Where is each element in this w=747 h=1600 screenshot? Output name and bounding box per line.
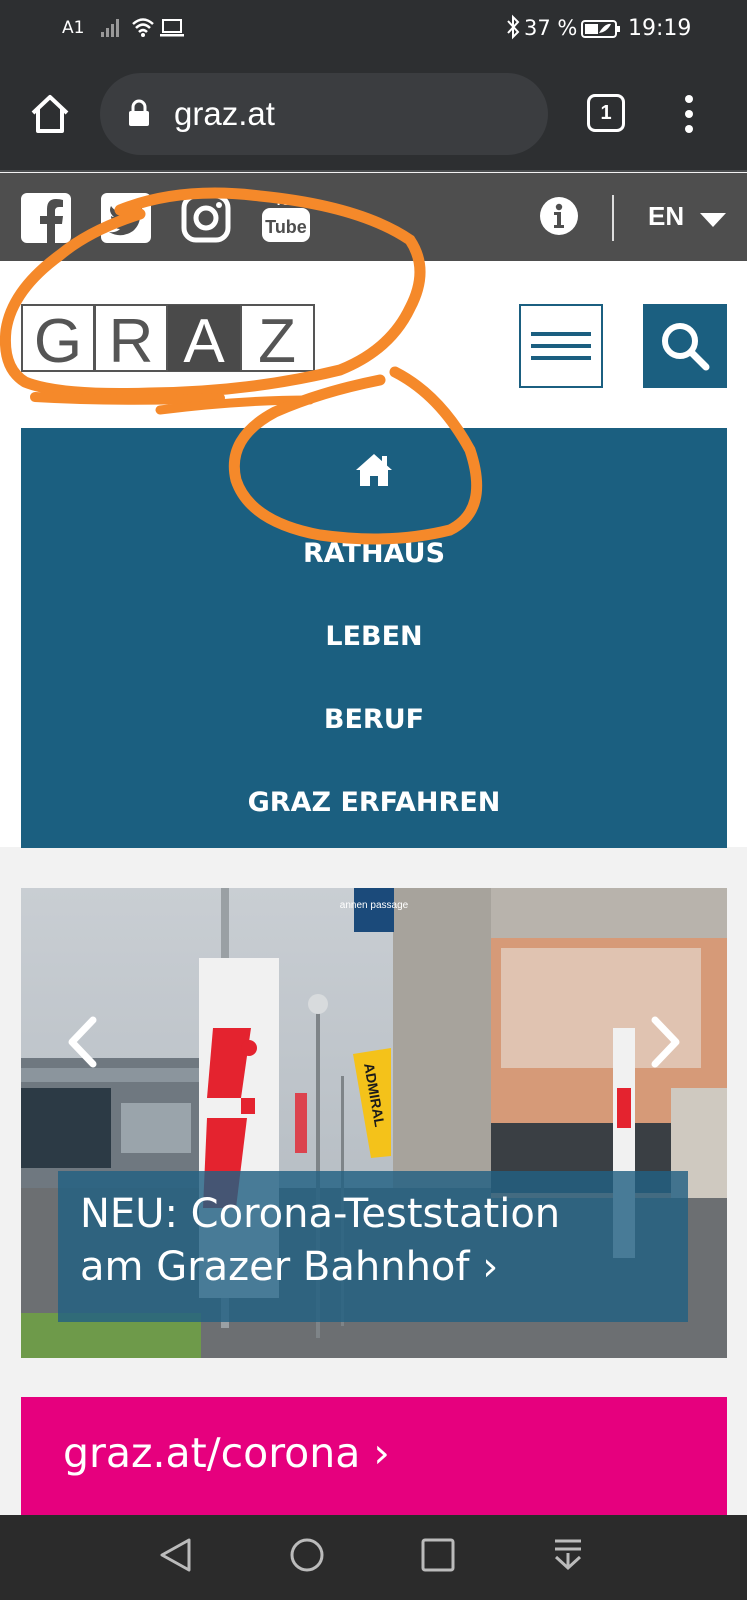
home-icon[interactable]	[28, 92, 72, 136]
youtube-icon[interactable]: You Tube	[261, 193, 311, 243]
menu-line	[531, 356, 591, 360]
logo-letter: A	[183, 307, 225, 372]
hamburger-menu-button[interactable]	[519, 304, 603, 388]
hero-caption-line2[interactable]: am Grazer Bahnhof ›	[80, 1244, 498, 1290]
signal-icon	[101, 19, 119, 37]
laptop-icon	[160, 19, 184, 37]
graz-logo[interactable]: G R A Z	[21, 304, 315, 372]
logo-letter: G	[34, 307, 82, 372]
back-icon[interactable]	[157, 1535, 197, 1575]
recents-icon[interactable]	[418, 1535, 458, 1575]
info-icon[interactable]	[540, 197, 578, 235]
svg-text:Tube: Tube	[265, 217, 307, 237]
language-selector[interactable]: EN	[648, 201, 684, 232]
carrier-label: A1	[62, 18, 85, 38]
annen-sign: annen passage	[340, 900, 409, 911]
nav-item-rathaus[interactable]: RATHAUS	[21, 538, 727, 569]
corona-link[interactable]: graz.at/corona ›	[63, 1429, 390, 1477]
nav-item-graz-erfahren[interactable]: GRAZ ERFAHREN	[21, 787, 727, 818]
logo-letter: R	[109, 307, 154, 372]
menu-line	[531, 332, 591, 336]
battery-percent: 37 %	[524, 16, 578, 40]
carousel-prev-icon[interactable]	[67, 1016, 97, 1068]
wifi-icon	[132, 18, 154, 37]
search-button[interactable]	[643, 304, 727, 388]
home-icon[interactable]	[355, 452, 393, 488]
twitter-icon[interactable]	[101, 193, 151, 243]
tab-switcher-button[interactable]: 1	[587, 94, 625, 132]
corona-banner[interactable]: graz.at/corona ›	[21, 1397, 727, 1515]
overflow-menu-icon[interactable]	[676, 94, 702, 134]
status-bar: A1 37 % 19:19	[0, 0, 747, 56]
nav-item-beruf[interactable]: BERUF	[21, 704, 727, 735]
hero-carousel[interactable]: annen passage ADMIRAL NEU: Corona-Testst…	[21, 888, 727, 1358]
bluetooth-icon	[507, 14, 520, 40]
main-nav: RATHAUS LEBEN BERUF GRAZ ERFAHREN	[21, 428, 727, 848]
menu-line	[531, 344, 591, 348]
home-circle-icon[interactable]	[287, 1535, 327, 1575]
social-strip: You Tube EN	[0, 173, 747, 261]
hero-caption[interactable]: NEU: Corona-Teststation am Grazer Bahnho…	[58, 1171, 688, 1322]
site-header: G R A Z RATHAUS LEBEN BERUF GRAZ ERFAHRE…	[0, 261, 747, 848]
chevron-down-icon[interactable]	[700, 213, 726, 227]
instagram-icon[interactable]	[181, 193, 231, 243]
hero-caption-line1[interactable]: NEU: Corona-Teststation	[80, 1191, 560, 1237]
lock-icon	[129, 99, 149, 126]
search-icon	[662, 323, 710, 371]
battery-icon	[581, 20, 620, 38]
system-nav-bar	[0, 1515, 747, 1600]
url-text[interactable]: graz.at	[174, 95, 275, 133]
nav-item-leben[interactable]: LEBEN	[21, 621, 727, 652]
notification-pull-icon[interactable]	[548, 1535, 588, 1575]
carousel-next-icon[interactable]	[651, 1016, 681, 1068]
facebook-icon[interactable]	[21, 193, 71, 243]
address-bar[interactable]: graz.at	[100, 73, 548, 155]
svg-text:You: You	[274, 193, 298, 208]
clock: 19:19	[628, 16, 692, 41]
divider	[612, 195, 614, 241]
browser-toolbar: graz.at 1	[0, 56, 747, 172]
logo-letter: Z	[258, 307, 296, 372]
